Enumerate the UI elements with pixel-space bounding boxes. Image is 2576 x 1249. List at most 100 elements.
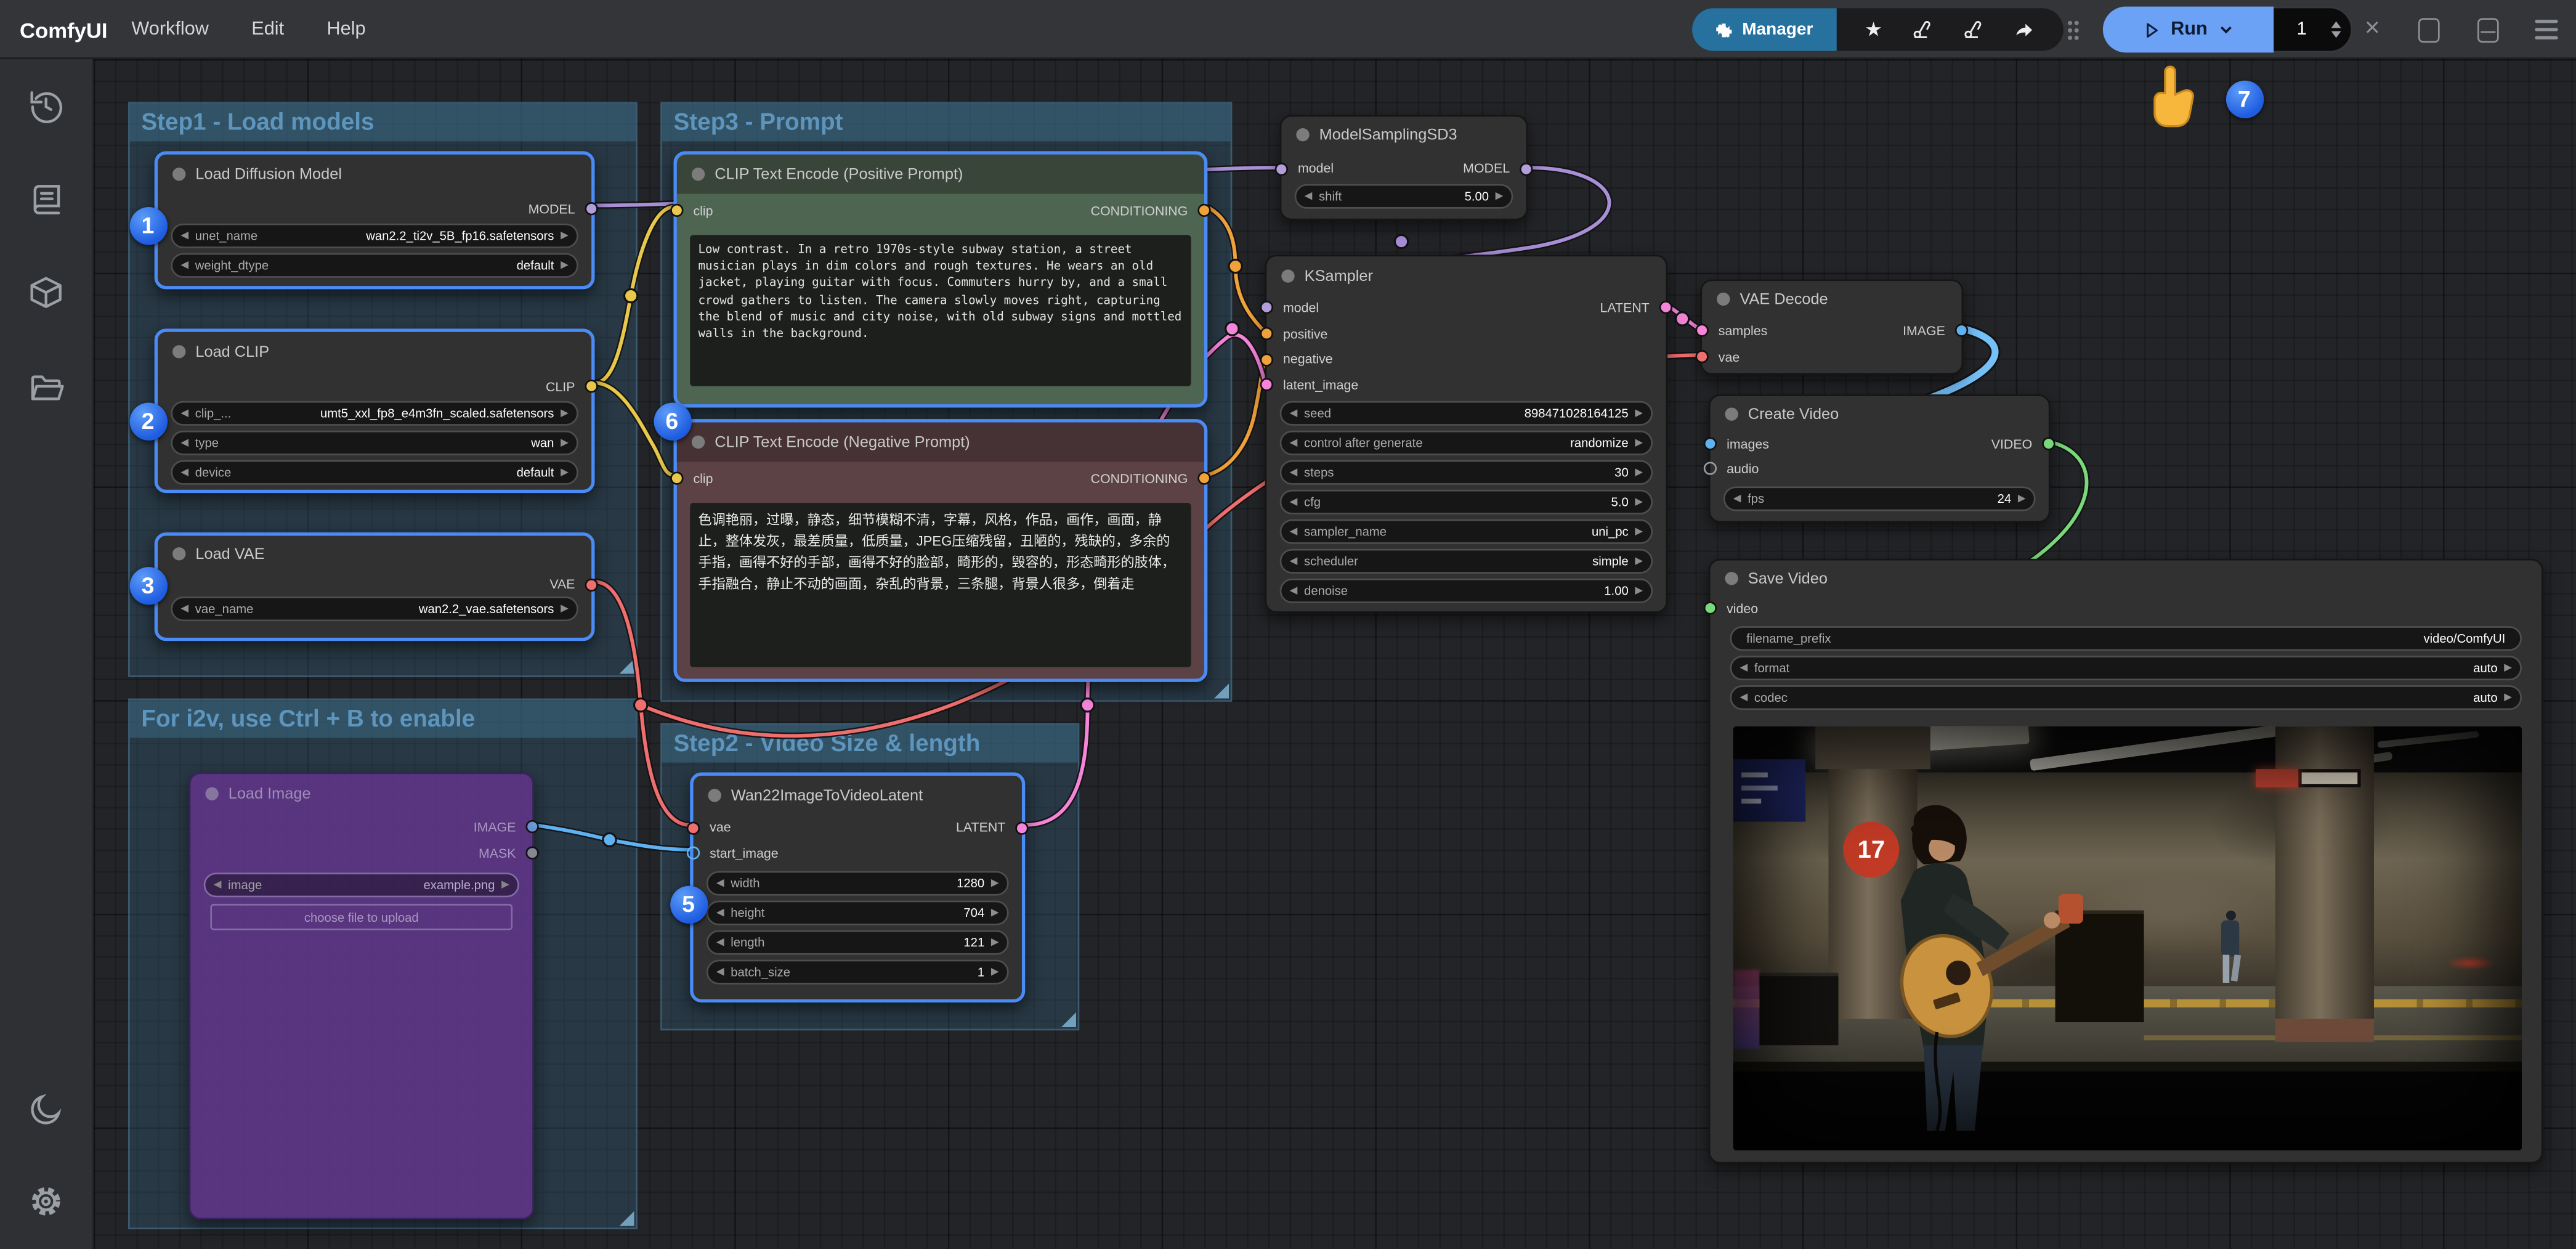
port-image-output[interactable] [1955, 323, 1968, 336]
widget-unet-name[interactable]: ◀unet_namewan2.2_ti2v_5B_fp16.safetensor… [171, 224, 578, 248]
prev-icon[interactable]: ◀ [1290, 437, 1298, 449]
next-icon[interactable]: ▶ [991, 966, 999, 978]
prev-icon[interactable]: ◀ [1290, 496, 1298, 508]
node-clip-text-encode-positive[interactable]: CLIP Text Encode (Positive Prompt) clipC… [674, 151, 1208, 407]
prev-icon[interactable]: ◀ [180, 259, 188, 271]
group-title[interactable]: For i2v, use Ctrl + B to enable [130, 700, 636, 738]
prev-icon[interactable]: ◀ [1290, 526, 1298, 537]
vacuum-icon[interactable] [1910, 18, 1933, 41]
star-icon[interactable]: ★ [1865, 18, 1882, 41]
port-model-input[interactable] [1275, 163, 1288, 176]
prev-icon[interactable]: ◀ [1740, 662, 1748, 674]
menu-workflow[interactable]: Workflow [131, 20, 209, 39]
next-icon[interactable]: ▶ [561, 259, 569, 271]
next-icon[interactable]: ▶ [1635, 585, 1643, 596]
group-title[interactable]: Step3 - Prompt [662, 104, 1231, 141]
toolbar-drag-handle[interactable] [2067, 20, 2080, 41]
settings-gear-icon[interactable] [26, 1182, 66, 1221]
node-load-diffusion-model[interactable]: Load Diffusion Model MODEL ◀unet_namewan… [155, 151, 595, 289]
next-icon[interactable]: ▶ [1635, 555, 1643, 567]
queue-history-icon[interactable] [27, 86, 65, 124]
manager-button[interactable]: Manager [1692, 8, 1837, 51]
node-ksampler[interactable]: KSampler modelLATENT positive negative l… [1265, 254, 1667, 612]
widget-control-after-generate[interactable]: ◀control after generaterandomize▶ [1280, 431, 1653, 455]
collapse-dot[interactable] [172, 547, 185, 560]
widget-device[interactable]: ◀devicedefault▶ [171, 460, 578, 485]
port-model-input[interactable] [1260, 301, 1273, 314]
next-icon[interactable]: ▶ [1496, 190, 1504, 202]
widget-steps[interactable]: ◀steps30▶ [1280, 460, 1653, 485]
increment-icon[interactable] [2331, 22, 2341, 28]
port-images-input[interactable] [1704, 437, 1717, 450]
prev-icon[interactable]: ◀ [716, 937, 724, 948]
next-icon[interactable]: ▶ [991, 907, 999, 919]
port-vae-output[interactable] [585, 579, 597, 592]
next-icon[interactable]: ▶ [2504, 692, 2512, 704]
port-clip-output[interactable] [585, 380, 597, 393]
collapse-dot[interactable] [205, 787, 218, 800]
port-image-output[interactable] [525, 820, 538, 833]
prev-icon[interactable]: ◀ [1733, 493, 1741, 505]
collapse-dot[interactable] [1717, 293, 1730, 306]
widget-denoise[interactable]: ◀denoise1.00▶ [1280, 579, 1653, 603]
prev-icon[interactable]: ◀ [180, 407, 188, 419]
prev-icon[interactable]: ◀ [1290, 466, 1298, 478]
collapse-dot[interactable] [172, 345, 185, 358]
node-load-clip[interactable]: Load CLIP CLIP ◀clip_...umt5_xxl_fp8_e4m… [155, 328, 595, 493]
node-modelsampling-sd3[interactable]: ModelSamplingSD3 modelMODEL ◀shift5.00▶ [1280, 115, 1528, 221]
port-start-image-input[interactable] [687, 847, 700, 860]
port-latent-image-input[interactable] [1260, 378, 1273, 391]
node-library-icon[interactable] [27, 180, 65, 218]
positive-prompt-textarea[interactable]: Low contrast. In a retro 1970s-style sub… [690, 235, 1191, 386]
interrupt-button[interactable]: × [2356, 0, 2389, 59]
next-icon[interactable]: ▶ [561, 230, 569, 242]
port-video-output[interactable] [2042, 437, 2055, 450]
port-audio-input[interactable] [1704, 462, 1717, 474]
widget-batch-size[interactable]: ◀batch_size1▶ [707, 960, 1009, 985]
widget-fps[interactable]: ◀fps24▶ [1723, 486, 2036, 511]
negative-prompt-textarea[interactable]: 色调艳丽，过曝，静态，细节模糊不清，字幕，风格，作品，画作，画面，静止，整体发灰… [690, 503, 1191, 667]
next-icon[interactable]: ▶ [561, 437, 569, 449]
node-load-vae[interactable]: Load VAE VAE ◀vae_namewan2.2_vae.safeten… [155, 532, 595, 641]
prev-icon[interactable]: ◀ [1290, 407, 1298, 419]
port-model-output[interactable] [1520, 163, 1533, 176]
next-icon[interactable]: ▶ [561, 603, 569, 615]
focus-mode-icon[interactable] [2412, 0, 2444, 59]
prev-icon[interactable]: ◀ [1290, 555, 1298, 567]
collapse-dot[interactable] [172, 168, 185, 181]
node-vae-decode[interactable]: VAE Decode samplesIMAGE vae [1700, 279, 1963, 375]
theme-toggle-moon-icon[interactable] [27, 1091, 65, 1128]
batch-count-stepper[interactable]: 1 [2274, 7, 2352, 53]
collapse-dot[interactable] [692, 436, 705, 449]
port-vae-input[interactable] [687, 822, 700, 835]
menu-help[interactable]: Help [327, 20, 366, 39]
widget-shift[interactable]: ◀shift5.00▶ [1295, 184, 1513, 209]
node-save-video[interactable]: Save Video video filename_prefixvideo/Co… [1709, 559, 2543, 1163]
prev-icon[interactable]: ◀ [180, 230, 188, 242]
hamburger-menu-icon[interactable] [2530, 0, 2562, 59]
widget-codec[interactable]: ◀codecauto▶ [1730, 685, 2522, 710]
prev-icon[interactable]: ◀ [180, 437, 188, 449]
widget-filename-prefix[interactable]: filename_prefixvideo/ComfyUI [1730, 626, 2522, 651]
collapse-dot[interactable] [1296, 128, 1309, 141]
port-negative-input[interactable] [1260, 353, 1273, 366]
bottom-panel-toggle-icon[interactable] [2471, 0, 2503, 59]
port-mask-output[interactable] [525, 847, 538, 860]
port-vae-input[interactable] [1695, 350, 1708, 363]
model-library-icon[interactable] [27, 274, 65, 311]
widget-sampler-name[interactable]: ◀sampler_nameuni_pc▶ [1280, 519, 1653, 544]
group-title[interactable]: Step1 - Load models [130, 104, 636, 141]
node-wan22-image-to-video-latent[interactable]: Wan22ImageToVideoLatent vaeLATENT start_… [690, 773, 1025, 1003]
app-logo[interactable]: ComfyUI [20, 0, 108, 59]
port-clip-input[interactable] [670, 204, 683, 217]
prev-icon[interactable]: ◀ [180, 466, 188, 478]
prev-icon[interactable]: ◀ [716, 907, 724, 919]
collapse-dot[interactable] [1725, 572, 1738, 585]
collapse-dot[interactable] [708, 789, 721, 802]
next-icon[interactable]: ▶ [1635, 437, 1643, 449]
port-clip-input[interactable] [670, 471, 683, 484]
prev-icon[interactable]: ◀ [180, 603, 188, 615]
collapse-dot[interactable] [692, 168, 705, 181]
widget-weight-dtype[interactable]: ◀weight_dtypedefault▶ [171, 253, 578, 278]
port-conditioning-output[interactable] [1197, 204, 1210, 217]
